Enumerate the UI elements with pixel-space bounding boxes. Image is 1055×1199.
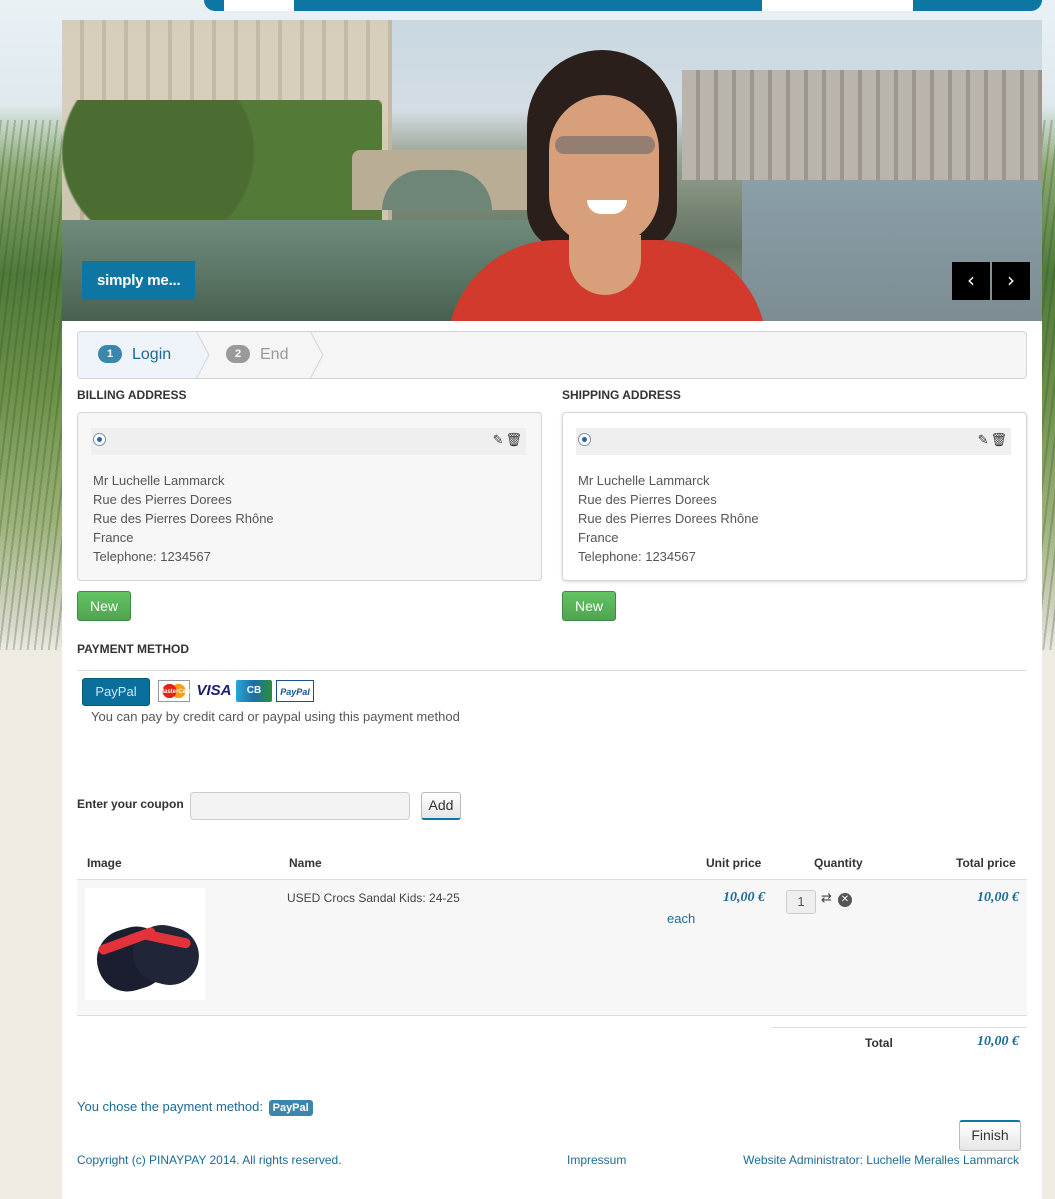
column-header-quantity: Quantity [814,856,863,870]
payment-method-title: PAYMENT METHOD [77,642,190,656]
line-total-price: 10,00 € [977,890,1019,905]
address-lines: Mr Luchelle Lammarck Rue des Pierres Dor… [93,473,274,564]
paypal-option-button[interactable]: PayPal [82,678,150,706]
chosen-payment-method: You chose the payment method: PayPal [77,1099,313,1116]
checkout-steps: 1 Login 2 End [77,331,1027,379]
refresh-icon[interactable]: ⇄ [821,891,832,906]
step-login[interactable]: 1 Login [78,332,208,378]
address-lines: Mr Luchelle Lammarck Rue des Pierres Dor… [578,473,759,564]
address-radio[interactable] [93,433,106,446]
chevron-left-icon[interactable]: ‹ [952,262,990,300]
table-row: USED Crocs Sandal Kids: 24-25 10,00 € ea… [77,879,1027,1016]
new-billing-address-button[interactable]: New [77,591,131,621]
billing-address-card: ✎ 🗑 Mr Luchelle Lammarck Rue des Pierres … [77,412,542,581]
trash-icon[interactable]: 🗑 [505,433,522,448]
product-image[interactable] [85,888,205,1000]
step-label: End [260,346,289,363]
shipping-address-title: SHIPPING ADDRESS [562,388,681,402]
remove-icon[interactable]: ✕ [838,893,852,907]
main-content: simply me... ‹ › 1 Login 2 End BILLING ADD… [62,20,1042,1199]
footer-copyright: Copyright (c) PINAYPAY 2014. All rights … [77,1153,342,1167]
paypal-logo: PayPal [276,680,314,702]
cb-logo: CB [236,680,272,702]
step-number-badge: 1 [98,344,122,363]
column-header-unit-price: Unit price [706,856,762,870]
pencil-icon[interactable]: ✎ [978,433,989,448]
column-header-name: Name [289,856,322,870]
shipping-address-card: ✎ 🗑 Mr Luchelle Lammarck Rue des Pierres … [562,412,1027,581]
step-separator [310,332,324,378]
step-end[interactable]: 2 End [208,332,323,378]
hero-slideshow: simply me... ‹ › [62,20,1042,321]
top-navigation [204,0,1042,11]
finish-button[interactable]: Finish [959,1120,1021,1151]
price-unit-label: each [667,911,696,926]
step-number-badge: 2 [226,344,250,363]
slide-caption: simply me... [82,261,196,300]
add-coupon-button[interactable]: Add [421,792,461,820]
footer-impressum-link[interactable]: Impressum [567,1153,626,1167]
divider [77,670,1027,671]
nav-tab[interactable] [762,0,913,11]
footer-admin-link[interactable]: Website Administrator: Luchelle Meralles… [743,1153,1019,1167]
column-header-image: Image [87,856,122,870]
nav-tab[interactable] [224,0,294,11]
payment-method-badge: PayPal [268,1100,313,1116]
hero-photo-subject [437,40,777,321]
quantity-input[interactable]: 1 [786,890,816,914]
address-radio[interactable] [578,433,591,446]
new-shipping-address-button[interactable]: New [562,591,616,621]
pencil-icon[interactable]: ✎ [493,433,504,448]
product-name-link[interactable]: USED Crocs Sandal Kids: 24-25 [287,891,460,905]
visa-logo: VISA [196,682,232,699]
coupon-label: Enter your coupon [77,797,184,811]
chevron-right-icon[interactable]: › [992,262,1030,300]
unit-price: 10,00 € [723,890,765,905]
cart-total-value: 10,00 € [977,1034,1019,1049]
payment-description: You can pay by credit card or paypal usi… [91,709,460,724]
total-label: Total [865,1036,893,1050]
step-label: Login [132,346,172,363]
billing-address-title: BILLING ADDRESS [77,388,187,402]
divider [772,1027,1027,1028]
column-header-total-price: Total price [956,856,1016,870]
mastercard-logo: MasterCard [158,680,192,702]
coupon-input[interactable] [190,792,410,820]
trash-icon[interactable]: 🗑 [990,433,1007,448]
